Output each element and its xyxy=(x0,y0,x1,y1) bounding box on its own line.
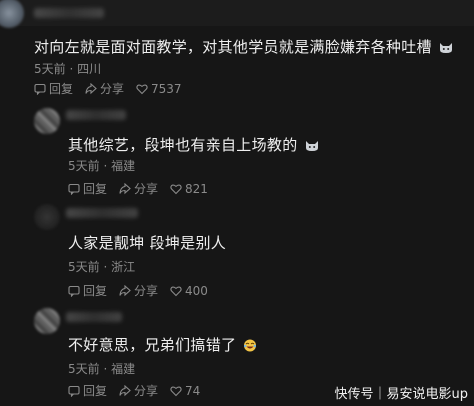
share-label: 分享 xyxy=(134,384,159,398)
share-label: 分享 xyxy=(134,284,159,298)
heart-icon xyxy=(170,385,182,396)
reply-button[interactable]: 回复 xyxy=(34,80,73,97)
user-avatar[interactable] xyxy=(34,308,60,334)
comment-time: 5天前 xyxy=(68,260,100,274)
reply-icon xyxy=(68,385,80,397)
cat-face-icon xyxy=(439,43,452,53)
share-button[interactable]: 分享 xyxy=(119,282,158,299)
comment-actions: 回复 分享 7537 xyxy=(34,80,182,97)
like-count: 400 xyxy=(185,283,208,298)
heart-icon xyxy=(136,83,148,94)
like-button[interactable]: 7537 xyxy=(136,82,182,96)
comment-time: 5天前 xyxy=(34,62,66,76)
reply-icon xyxy=(34,83,46,95)
comment-actions: 回复 分享 74 xyxy=(68,382,200,399)
reply-label: 回复 xyxy=(83,284,108,298)
user-avatar[interactable] xyxy=(34,204,60,230)
comment-text: 对向左就是面对面教学，对其他学员就是满脸嫌弃各种吐槽 xyxy=(34,38,432,56)
reply-label: 回复 xyxy=(83,384,108,398)
reply-label: 回复 xyxy=(83,182,108,196)
comment-actions: 回复 分享 400 xyxy=(68,282,208,299)
watermark: 快传号｜易安说电影up xyxy=(334,387,469,402)
reply-icon xyxy=(68,183,80,195)
share-icon xyxy=(119,284,131,296)
like-button[interactable]: 821 xyxy=(170,182,208,196)
heart-icon xyxy=(170,285,182,296)
meta-separator: · xyxy=(69,62,74,76)
comment-text: 其他综艺，段坤也有亲自上场教的 xyxy=(68,136,298,154)
comment-location: 浙江 xyxy=(111,260,136,274)
comment-location: 福建 xyxy=(111,159,136,173)
meta-separator: · xyxy=(103,159,108,173)
like-count: 74 xyxy=(185,383,201,398)
laughing-face-icon xyxy=(244,339,257,352)
username-blurred xyxy=(34,8,104,18)
comment-text: 人家是靓坤 段坤是别人 xyxy=(68,234,227,252)
share-icon xyxy=(119,384,131,396)
comment-time: 5天前 xyxy=(68,362,100,376)
share-label: 分享 xyxy=(100,82,125,96)
share-button[interactable]: 分享 xyxy=(119,382,158,399)
cat-face-icon xyxy=(305,141,318,151)
reply-button[interactable]: 回复 xyxy=(68,382,107,399)
reply-label: 回复 xyxy=(49,82,74,96)
comment-text: 不好意思，兄弟们搞错了 xyxy=(68,336,237,354)
share-button[interactable]: 分享 xyxy=(85,80,124,97)
meta-separator: · xyxy=(103,260,108,274)
share-icon xyxy=(119,182,131,194)
comment-actions: 回复 分享 821 xyxy=(68,180,208,197)
comment-location: 四川 xyxy=(77,62,102,76)
meta-separator: · xyxy=(103,362,108,376)
comment-location: 福建 xyxy=(111,362,136,376)
heart-icon xyxy=(170,183,182,194)
like-button[interactable]: 400 xyxy=(170,284,208,298)
user-avatar[interactable] xyxy=(34,108,60,134)
username-blurred xyxy=(66,208,138,218)
share-icon xyxy=(85,82,97,94)
like-count: 821 xyxy=(185,181,208,196)
username-blurred xyxy=(66,312,122,322)
reply-button[interactable]: 回复 xyxy=(68,180,107,197)
like-count: 7537 xyxy=(151,81,182,96)
comment-time: 5天前 xyxy=(68,159,100,173)
reply-icon xyxy=(68,285,80,297)
username-blurred xyxy=(66,110,126,120)
share-button[interactable]: 分享 xyxy=(119,180,158,197)
share-label: 分享 xyxy=(134,182,159,196)
reply-button[interactable]: 回复 xyxy=(68,282,107,299)
like-button[interactable]: 74 xyxy=(170,384,200,398)
